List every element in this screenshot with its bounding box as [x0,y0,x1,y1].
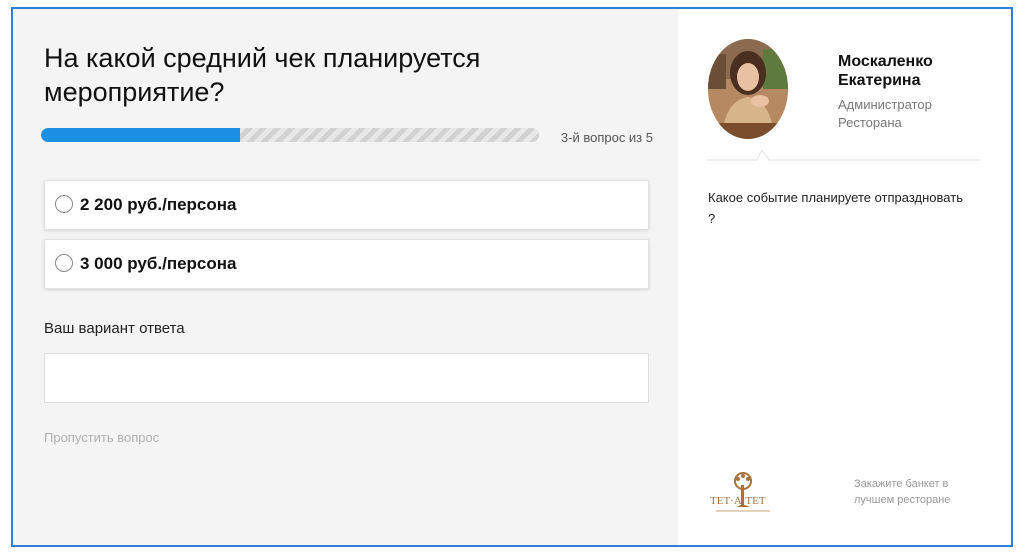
progress-fill [41,128,241,142]
answer-option-2[interactable]: 3 000 руб./персона [44,239,649,289]
promo-text: Закажите банкет в лучшем ресторане [854,478,951,506]
question-title: На какой средний чек планируется меропри… [44,43,481,107]
restaurant-logo: ТЕТ·А·ТЕТ [710,472,770,512]
custom-answer-label: Ваш вариант ответа [44,320,185,337]
skip-question-link[interactable]: Пропустить вопрос [44,430,159,445]
speech-divider [707,149,980,161]
manager-role: Администратор Ресторана [838,97,932,130]
radio-icon[interactable] [55,195,73,213]
answer-option-label: 3 000 руб./персона [80,254,237,273]
custom-answer-input[interactable] [44,353,649,403]
answer-option-1[interactable]: 2 200 руб./персона [44,180,649,230]
manager-panel: Москаленко Екатерина Администратор Ресто… [678,9,1011,545]
manager-hint: Какое событие планируете отпраздновать ? [708,190,963,226]
question-panel: На какой средний чек планируется меропри… [13,9,678,545]
progress-text: 3-й вопрос из 5 [560,130,653,145]
radio-icon[interactable] [55,254,73,272]
quiz-frame: На какой средний чек планируется меропри… [11,7,1013,547]
progress-bar [41,128,539,142]
logo-text: ТЕТ·А·ТЕТ [710,495,766,507]
avatar-photo [708,39,788,139]
answer-option-label: 2 200 руб./персона [80,195,237,214]
manager-name: Москаленко Екатерина [838,53,933,89]
avatar [708,39,788,139]
